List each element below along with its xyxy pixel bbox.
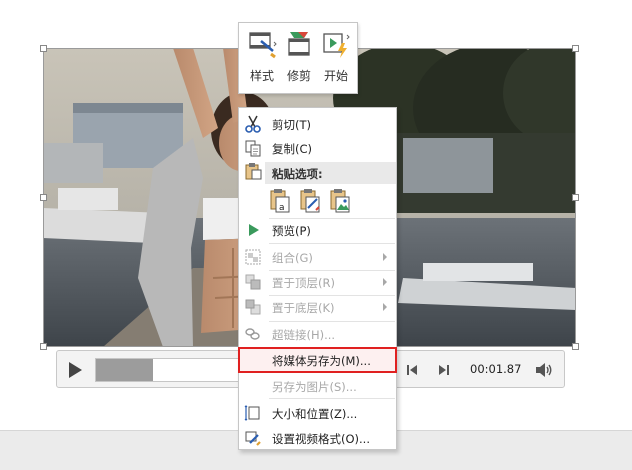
trim-button[interactable]: 修剪 bbox=[281, 27, 317, 89]
paste-options-header: 粘贴选项: bbox=[265, 162, 396, 184]
start-label: 开始 bbox=[323, 69, 348, 83]
size-position-icon bbox=[244, 405, 260, 421]
video-style-icon bbox=[249, 32, 277, 59]
step-back-icon[interactable] bbox=[405, 363, 419, 377]
group-icon bbox=[245, 249, 261, 265]
trim-video-icon bbox=[288, 32, 310, 56]
progress-track[interactable] bbox=[95, 358, 240, 382]
paste-options-label: 粘贴选项: bbox=[272, 167, 323, 181]
style-button[interactable]: 样式 bbox=[244, 27, 280, 89]
send-back-icon bbox=[245, 299, 261, 315]
menu-item-bring-to-front[interactable]: 置于顶层(R) bbox=[239, 270, 396, 294]
context-menu: 剪切(T) 复制(C) 粘贴选项: a 预览(P) 组合(G) 置于顶层(R) … bbox=[238, 107, 397, 450]
scissors-icon bbox=[245, 115, 261, 133]
menu-item-save-media-as-label: 将媒体另存为(M)... bbox=[272, 354, 371, 368]
copy-icon bbox=[245, 140, 261, 157]
step-forward-icon[interactable] bbox=[437, 363, 451, 377]
menu-item-size-position-label: 大小和位置(Z)... bbox=[272, 407, 358, 421]
menu-item-send-to-back-label: 置于底层(K) bbox=[272, 301, 335, 315]
menu-item-hyperlink-label: 超链接(H)... bbox=[272, 328, 336, 342]
resize-handle-top-left[interactable] bbox=[40, 45, 47, 52]
menu-item-format-video[interactable]: 设置视频格式(O)... bbox=[239, 426, 396, 450]
paste-keep-source-icon[interactable]: a bbox=[269, 188, 293, 214]
menu-item-hyperlink[interactable]: 超链接(H)... bbox=[239, 322, 396, 346]
menu-item-size-position[interactable]: 大小和位置(Z)... bbox=[239, 401, 396, 425]
mini-toolbar: 样式 修剪 开始 bbox=[238, 22, 358, 94]
resize-handle-left[interactable] bbox=[40, 194, 47, 201]
menu-item-send-to-back[interactable]: 置于底层(K) bbox=[239, 295, 396, 319]
resize-handle-bottom-left[interactable] bbox=[40, 343, 47, 350]
paste-picture-format-icon[interactable] bbox=[299, 188, 323, 214]
submenu-arrow-icon bbox=[383, 278, 387, 286]
bring-front-icon bbox=[245, 274, 261, 290]
resize-handle-bottom-right[interactable] bbox=[572, 343, 579, 350]
svg-text:a: a bbox=[279, 203, 285, 213]
menu-item-format-video-label: 设置视频格式(O)... bbox=[272, 432, 370, 446]
menu-item-cut[interactable]: 剪切(T) bbox=[239, 112, 396, 136]
menu-item-save-media-as[interactable]: 将媒体另存为(M)... bbox=[238, 347, 397, 373]
resize-handle-right[interactable] bbox=[572, 194, 579, 201]
menu-separator bbox=[269, 398, 395, 399]
menu-separator bbox=[269, 243, 395, 244]
progress-fill bbox=[96, 359, 154, 381]
volume-icon[interactable] bbox=[535, 362, 553, 378]
submenu-arrow-icon bbox=[383, 303, 387, 311]
trim-label: 修剪 bbox=[286, 69, 311, 83]
start-play-icon bbox=[323, 33, 350, 58]
clipboard-icon bbox=[245, 163, 262, 180]
menu-item-cut-label: 剪切(T) bbox=[272, 118, 311, 132]
playback-time: 00:01.87 bbox=[470, 362, 522, 376]
menu-item-save-as-picture[interactable]: 另存为图片(S)... bbox=[239, 374, 396, 398]
submenu-arrow-icon bbox=[383, 253, 387, 261]
menu-item-preview[interactable]: 预览(P) bbox=[239, 218, 396, 242]
start-button[interactable]: 开始 bbox=[318, 27, 354, 89]
menu-item-save-as-picture-label: 另存为图片(S)... bbox=[272, 380, 357, 394]
menu-item-copy-label: 复制(C) bbox=[272, 142, 313, 156]
hyperlink-icon bbox=[245, 328, 260, 340]
menu-item-copy[interactable]: 复制(C) bbox=[239, 136, 396, 160]
menu-item-preview-label: 预览(P) bbox=[272, 224, 311, 238]
resize-handle-top-right[interactable] bbox=[572, 45, 579, 52]
preview-play-icon bbox=[249, 224, 259, 236]
menu-item-group[interactable]: 组合(G) bbox=[239, 245, 396, 269]
style-label: 样式 bbox=[249, 69, 274, 83]
menu-item-bring-to-front-label: 置于顶层(R) bbox=[272, 276, 335, 290]
menu-item-group-label: 组合(G) bbox=[272, 251, 313, 265]
paste-picture-icon[interactable] bbox=[329, 188, 353, 214]
format-video-icon bbox=[245, 431, 261, 446]
play-icon[interactable] bbox=[66, 361, 84, 379]
